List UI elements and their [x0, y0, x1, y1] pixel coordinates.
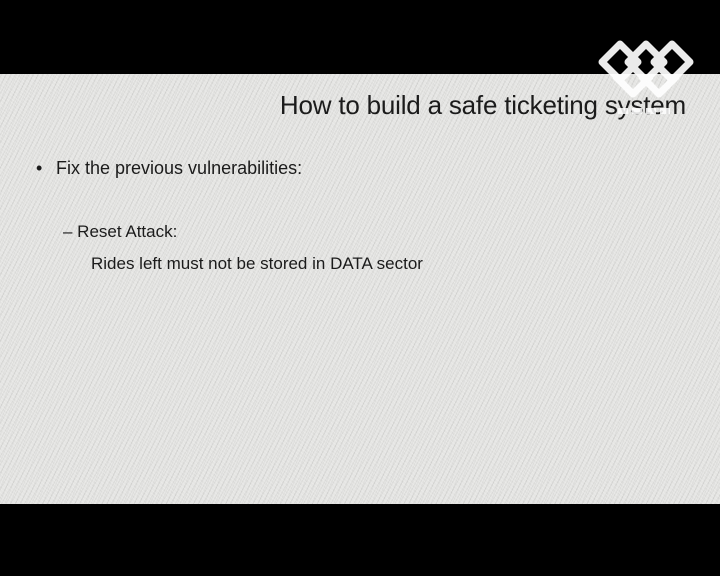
diamond-lattice-logo-icon: [598, 40, 694, 114]
bullet-marker: •: [36, 158, 43, 178]
bullet-item: • Fix the previous vulnerabilities:: [36, 158, 302, 179]
sub-bullet-item: – Reset Attack:: [63, 222, 178, 241]
presentation-slide: How to build a safe ticketing system • Fi…: [0, 74, 720, 504]
bullet-text: Fix the previous vulnerabilities:: [56, 158, 303, 178]
video-frame: How to build a safe ticketing system • Fi…: [0, 0, 720, 576]
sub-bullet-detail: Rides left must not be stored in DATA se…: [91, 254, 423, 273]
